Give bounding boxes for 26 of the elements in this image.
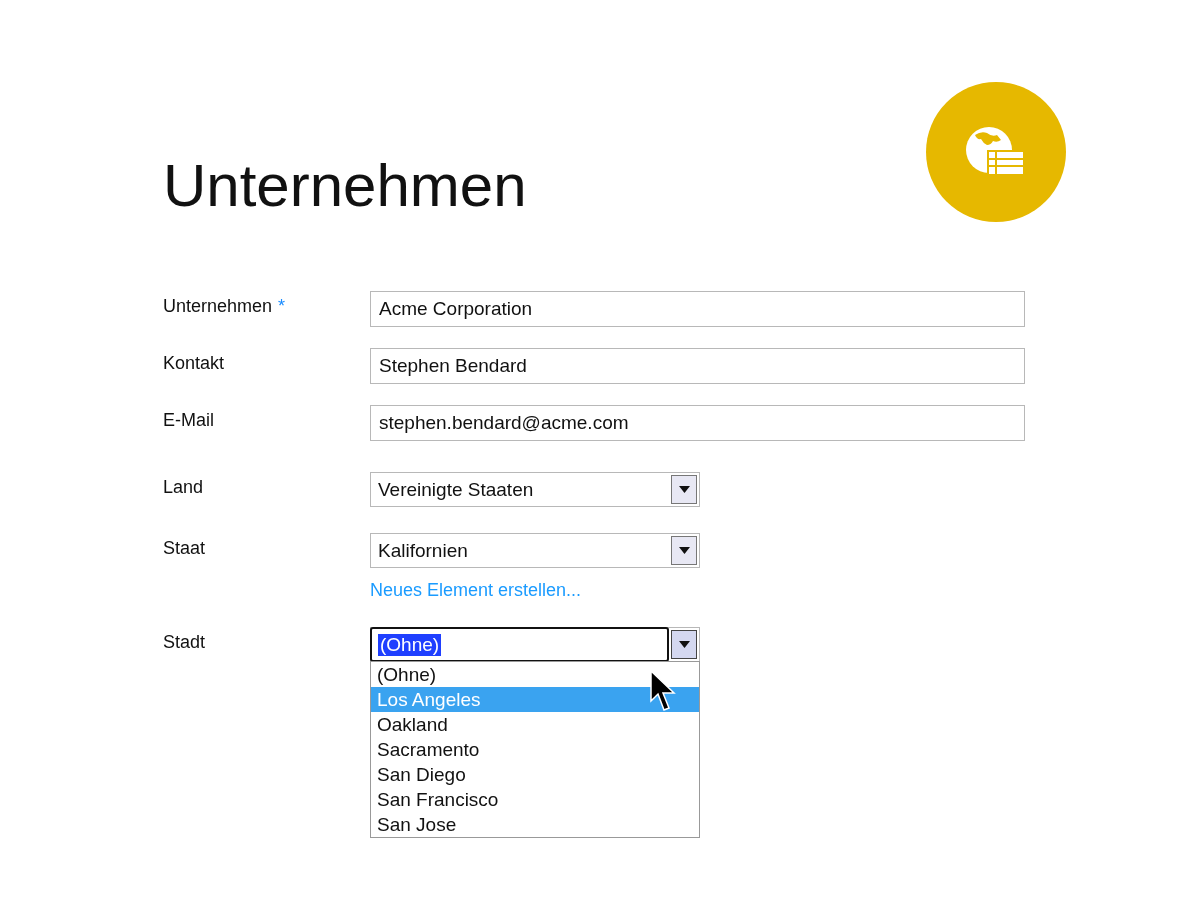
dropdown-field[interactable]: Vereinigte Staaten [370, 472, 700, 507]
dropdown-button[interactable] [671, 536, 697, 565]
field-label: Kontakt [163, 353, 225, 374]
dropdown-option[interactable]: Oakland [371, 712, 699, 737]
dropdown-option[interactable]: San Francisco [371, 787, 699, 812]
dropdown-option[interactable]: Sacramento [371, 737, 699, 762]
dropdown-button[interactable] [671, 475, 697, 504]
field-label: Staat [163, 538, 206, 559]
page-title: Unternehmen [163, 151, 527, 221]
dropdown-option[interactable]: San Jose [371, 812, 699, 837]
text-field[interactable]: stephen.bendard@acme.com [370, 405, 1025, 441]
dropdown-button[interactable] [671, 630, 697, 659]
dropdown-option[interactable]: San Diego [371, 762, 699, 787]
caret-icon [678, 547, 690, 554]
mouse-pointer-icon [650, 670, 676, 712]
dropdown-field[interactable]: Kalifornien [370, 533, 700, 568]
required-mark: * [278, 296, 286, 317]
field-label: E-Mail [163, 410, 214, 431]
field-label: Unternehmen [163, 296, 273, 317]
field-label: Land [163, 477, 204, 498]
text-field[interactable]: Acme Corporation [370, 291, 1025, 327]
caret-icon [678, 641, 690, 648]
field-label: Stadt [163, 632, 206, 653]
dropdown-option[interactable]: (Ohne) [371, 662, 699, 687]
caret-icon [678, 486, 690, 493]
text-field[interactable]: Stephen Bendard [370, 348, 1025, 384]
